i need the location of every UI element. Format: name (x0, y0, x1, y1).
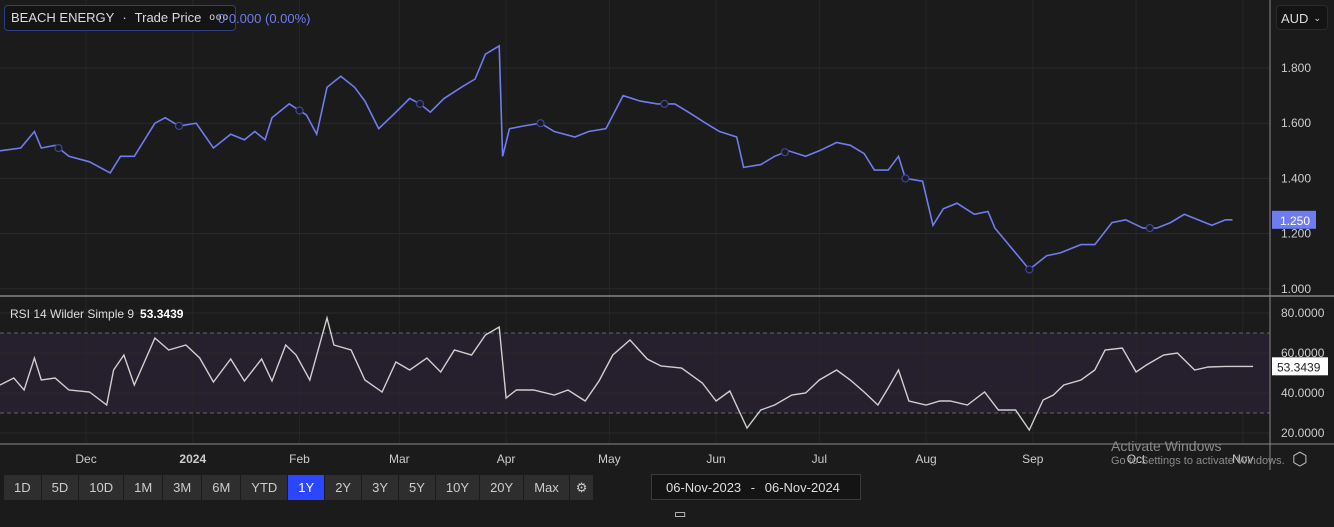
instrument-name: BEACH ENERGY (11, 10, 115, 25)
range-button-5y[interactable]: 5Y (399, 475, 435, 500)
series-name: Trade Price (134, 10, 202, 25)
calendar-icon[interactable]: ▭ (674, 506, 686, 521)
date-separator: - (750, 480, 756, 495)
x-tick-label: Mar (389, 452, 410, 466)
x-tick-label: May (598, 452, 621, 466)
x-tick-label: Jun (706, 452, 725, 466)
event-marker (415, 99, 425, 108)
event-marker (901, 174, 910, 183)
price-change: 0 0.000 (0.00%) (218, 11, 311, 26)
rsi-value: 53.3439 (140, 307, 184, 321)
range-button-1m[interactable]: 1M (124, 475, 163, 500)
price-tick-label: 1.000 (1281, 282, 1311, 296)
price-tick-label: 1.400 (1281, 171, 1311, 185)
range-button-1d[interactable]: 1D (4, 475, 41, 500)
x-tick-label: Sep (1022, 452, 1044, 466)
x-tick-label: Apr (497, 452, 516, 466)
event-marker (536, 119, 545, 128)
last-rsi-label: 53.3439 (1277, 360, 1321, 374)
date-from: 06-Nov-2023 (666, 480, 742, 495)
range-button-5d[interactable]: 5D (41, 475, 79, 500)
range-button-10y[interactable]: 10Y (435, 475, 480, 500)
event-marker (780, 148, 790, 157)
range-button-max[interactable]: Max (524, 475, 569, 500)
chart-canvas[interactable]: 1.0001.2001.4001.6001.80020.000040.00006… (0, 0, 1334, 502)
range-button-3y[interactable]: 3Y (362, 475, 399, 500)
date-to: 06-Nov-2024 (764, 480, 840, 495)
x-tick-label: Feb (289, 452, 310, 466)
watermark-title: Activate Windows (1111, 438, 1222, 454)
watermark-subtitle: Go to Settings to activate Windows. (1111, 455, 1285, 467)
chevron-down-icon: ⌄ (1313, 13, 1321, 23)
range-button-ytd[interactable]: YTD (241, 475, 288, 500)
rsi-tick-label: 40.0000 (1281, 386, 1325, 400)
series-legend[interactable]: BEACH ENERGY · Trade Price ooo (4, 5, 237, 31)
currency-select[interactable]: AUD ⌄ (1276, 5, 1328, 30)
rsi-tick-label: 80.0000 (1281, 306, 1325, 320)
settings-gear-icon[interactable]: ⚙ (569, 475, 594, 500)
chart-settings-icon[interactable]: ⬡ (1292, 449, 1308, 470)
event-marker (54, 143, 63, 153)
range-button-1y[interactable]: 1Y (288, 475, 325, 500)
range-button-2y[interactable]: 2Y (325, 475, 362, 500)
event-marker (174, 121, 184, 131)
background (0, 0, 1334, 502)
legend-separator: · (122, 10, 127, 25)
currency-label: AUD (1281, 11, 1309, 26)
event-marker (1145, 223, 1154, 233)
x-tick-label: 2024 (179, 452, 206, 466)
event-marker (660, 99, 669, 108)
last-price-label: 1.250 (1280, 214, 1310, 228)
event-marker (1025, 265, 1034, 274)
range-button-10d[interactable]: 10D (79, 475, 124, 500)
rsi-tick-label: 20.0000 (1281, 426, 1325, 440)
range-button-3m[interactable]: 3M (163, 475, 202, 500)
x-tick-label: Aug (915, 452, 936, 466)
price-tick-label: 1.600 (1281, 116, 1311, 130)
date-range-picker[interactable]: 06-Nov-2023 - 06-Nov-2024 ▭ (651, 474, 861, 521)
event-marker (295, 106, 304, 115)
x-tick-label: Jul (812, 452, 827, 466)
rsi-name: RSI 14 Wilder Simple 9 (10, 307, 135, 321)
rsi-legend[interactable]: RSI 14 Wilder Simple 9 53.3439 (10, 307, 183, 321)
price-tick-label: 1.800 (1281, 61, 1311, 75)
range-button-6m[interactable]: 6M (202, 475, 241, 500)
x-tick-label: Dec (75, 452, 96, 466)
range-buttons: 1D 5D 10D 1M 3M 6M YTD 1Y 2Y 3Y 5Y 10Y 20Y Max ⚙ (4, 475, 594, 500)
range-button-20y[interactable]: 20Y (480, 475, 524, 500)
